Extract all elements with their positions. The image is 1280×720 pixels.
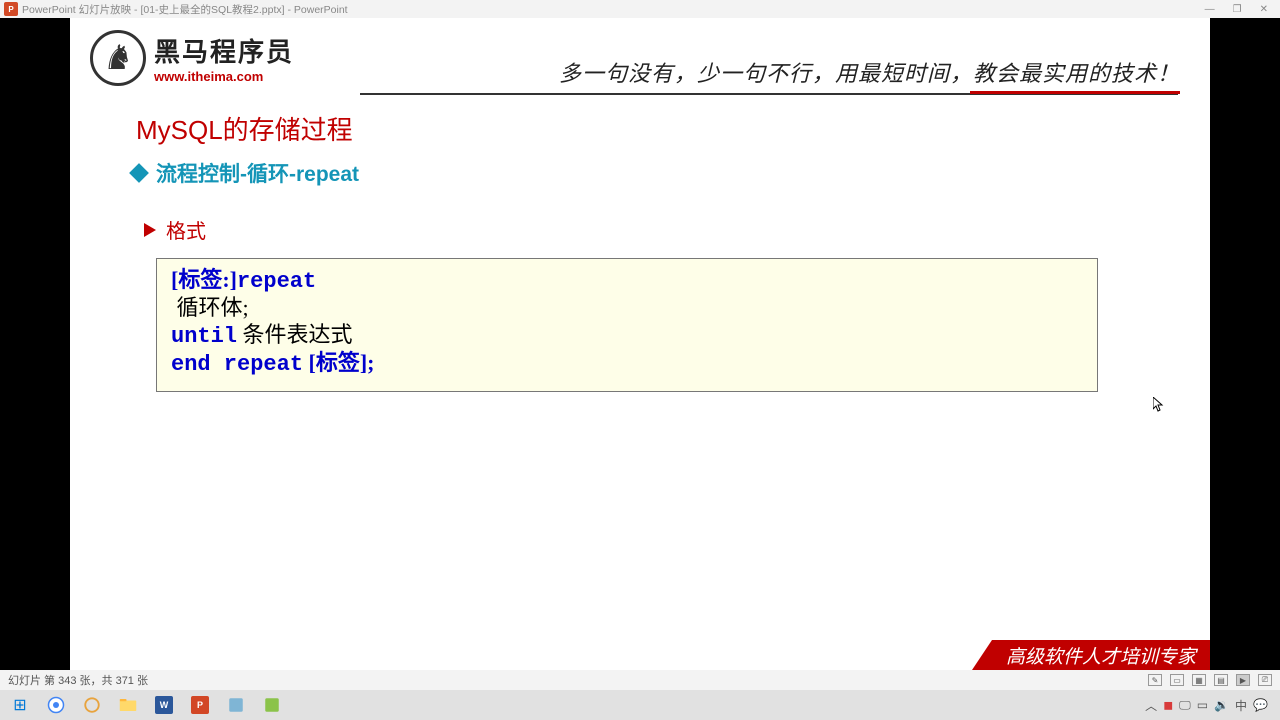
word-icon[interactable]: W: [148, 692, 180, 718]
logo-horse-icon: ♞: [90, 30, 146, 86]
taskbar[interactable]: ⊞ W P ︿ ◼ 🖵 ▭ 🔉 中 💬: [0, 690, 1280, 720]
code-kw-end: end repeat: [171, 352, 303, 377]
app-icon-2[interactable]: [256, 692, 288, 718]
section-heading: 流程控制-循环-repeat: [132, 158, 359, 188]
footer-text: 高级软件人才培训专家: [992, 640, 1210, 670]
title-bar: P PowerPoint 幻灯片放映 - [01-史上最全的SQL教程2.ppt…: [0, 0, 1280, 18]
letterbox-right: [1210, 18, 1280, 670]
explorer-icon[interactable]: [112, 692, 144, 718]
code-block: [标签:]repeat 循环体; until 条件表达式 end repeat …: [156, 258, 1098, 392]
logo-text-cn: 黑马程序员: [154, 32, 294, 69]
view-reading-icon[interactable]: ▤: [1214, 674, 1228, 686]
format-label: 格式: [166, 215, 206, 244]
status-bar: 幻灯片 第 343 张，共 371 张 ✎ ▭ ▦ ▤ ▶ ⎚: [0, 670, 1280, 690]
slide-counter: 幻灯片 第 343 张，共 371 张: [8, 672, 148, 688]
view-sorter-icon[interactable]: ▦: [1192, 674, 1206, 686]
close-button[interactable]: ✕: [1260, 4, 1268, 15]
footer-ribbon: 高级软件人才培训专家: [972, 640, 1210, 670]
tray-sound-icon[interactable]: 🔉: [1214, 698, 1229, 712]
restore-button[interactable]: ❐: [1233, 4, 1242, 15]
arrow-bullet-icon: [144, 223, 156, 237]
view-normal-icon[interactable]: ▭: [1170, 674, 1184, 686]
tray-battery-icon[interactable]: ▭: [1197, 698, 1208, 712]
code-kw-until: until: [171, 324, 237, 349]
code-cond: 条件表达式: [237, 322, 353, 347]
divider-line-red: [970, 91, 1180, 94]
tray-up-icon[interactable]: ︿: [1145, 697, 1157, 714]
code-kw-repeat: repeat: [237, 269, 316, 294]
system-tray[interactable]: ︿ ◼ 🖵 ▭ 🔉 中 💬: [1145, 697, 1276, 714]
format-heading: 格式: [144, 215, 206, 244]
chrome-icon[interactable]: [40, 692, 72, 718]
logo-url: www.itheima.com: [154, 69, 294, 84]
browser-icon[interactable]: [76, 692, 108, 718]
minimize-button[interactable]: —: [1205, 4, 1215, 15]
section-text: 流程控制-循环-repeat: [156, 158, 359, 188]
diamond-bullet-icon: [129, 163, 149, 183]
tray-monitor-icon[interactable]: 🖵: [1179, 698, 1191, 713]
letterbox-left: [0, 18, 70, 670]
view-present-icon[interactable]: ⎚: [1258, 674, 1272, 686]
tray-ime-icon[interactable]: 中: [1235, 697, 1247, 714]
window-title: PowerPoint 幻灯片放映 - [01-史上最全的SQL教程2.pptx]…: [22, 2, 348, 17]
code-body: 循环体;: [171, 295, 1083, 321]
slogan-text: 多一句没有，少一句不行，用最短时间，教会最实用的技术！: [559, 56, 1180, 88]
powerpoint-taskbar-icon[interactable]: P: [184, 692, 216, 718]
slide[interactable]: ♞ 黑马程序员 www.itheima.com 多一句没有，少一句不行，用最短时…: [70, 18, 1210, 670]
code-bracket: [标签:]: [171, 267, 237, 292]
view-pen-icon[interactable]: ✎: [1148, 674, 1162, 686]
powerpoint-icon: P: [4, 2, 18, 16]
tray-notification-icon[interactable]: 💬: [1253, 698, 1268, 712]
logo: ♞ 黑马程序员 www.itheima.com: [90, 30, 294, 86]
view-slideshow-icon[interactable]: ▶: [1236, 674, 1250, 686]
slide-title: MySQL的存储过程: [136, 110, 353, 147]
tray-app-icon[interactable]: ◼: [1163, 698, 1173, 712]
app-icon[interactable]: [220, 692, 252, 718]
code-end-label: [标签];: [303, 350, 374, 375]
start-button[interactable]: ⊞: [4, 692, 36, 718]
